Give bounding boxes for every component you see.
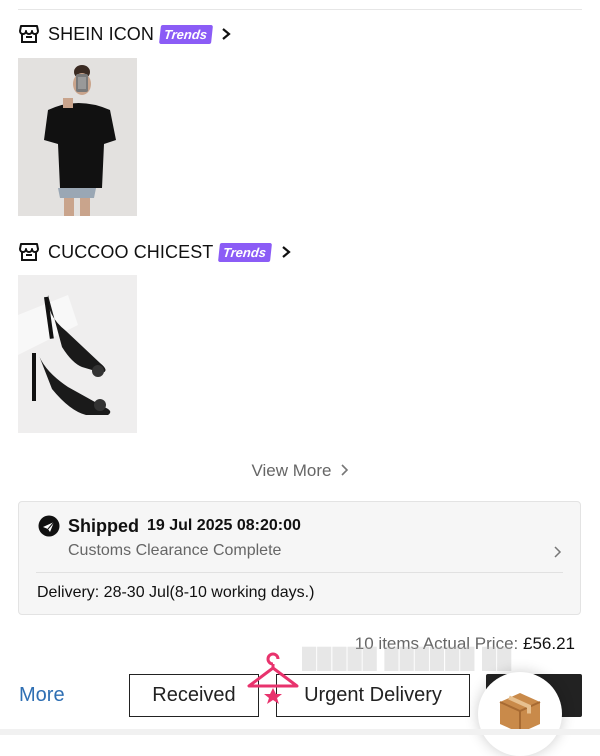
top-divider xyxy=(18,9,582,10)
package-floating-button[interactable] xyxy=(478,672,562,756)
trends-badge: Trends xyxy=(159,24,214,44)
urgent-delivery-button[interactable]: Urgent Delivery xyxy=(276,674,470,717)
chevron-right-icon[interactable] xyxy=(553,544,563,560)
shipment-status: Shipped xyxy=(68,515,139,536)
store-header-shein-icon[interactable]: SHEIN ICON Trends xyxy=(18,21,232,47)
received-button[interactable]: Received xyxy=(129,674,259,717)
delivery-estimate: Delivery: 28-30 Jul(8-10 working days.) xyxy=(37,584,315,601)
shipment-timestamp: 19 Jul 2025 08:20:00 xyxy=(147,517,301,534)
store-header-cuccoo-chicest[interactable]: CUCCOO CHICEST Trends xyxy=(18,239,292,265)
shipment-detail: Customs Clearance Complete xyxy=(68,542,282,559)
chevron-right-icon xyxy=(280,245,292,259)
store-name: SHEIN ICON xyxy=(48,23,155,44)
shipment-card[interactable]: Shipped 19 Jul 2025 08:20:00 Customs Cle… xyxy=(18,501,581,615)
shipped-plane-icon xyxy=(38,515,60,537)
store-name: CUCCOO CHICEST xyxy=(48,241,214,262)
divider xyxy=(36,572,563,573)
hanger-icon[interactable] xyxy=(244,652,302,704)
chevron-right-icon xyxy=(340,462,349,482)
product-thumbnail-black-top[interactable] xyxy=(18,58,137,216)
store-icon xyxy=(18,23,40,45)
view-more-label: View More xyxy=(251,461,332,480)
more-link[interactable]: More xyxy=(19,684,65,707)
price-value: £56.21 xyxy=(523,634,575,653)
bottom-safe-area xyxy=(0,729,600,735)
store-icon xyxy=(18,241,40,263)
trends-badge: Trends xyxy=(218,242,273,262)
product-thumbnail-heeled-mules[interactable] xyxy=(18,275,137,433)
view-more-link[interactable]: View More xyxy=(0,461,600,482)
promo-overlay: █████ ██████ ██ xyxy=(302,648,513,670)
chevron-right-icon xyxy=(220,27,232,41)
